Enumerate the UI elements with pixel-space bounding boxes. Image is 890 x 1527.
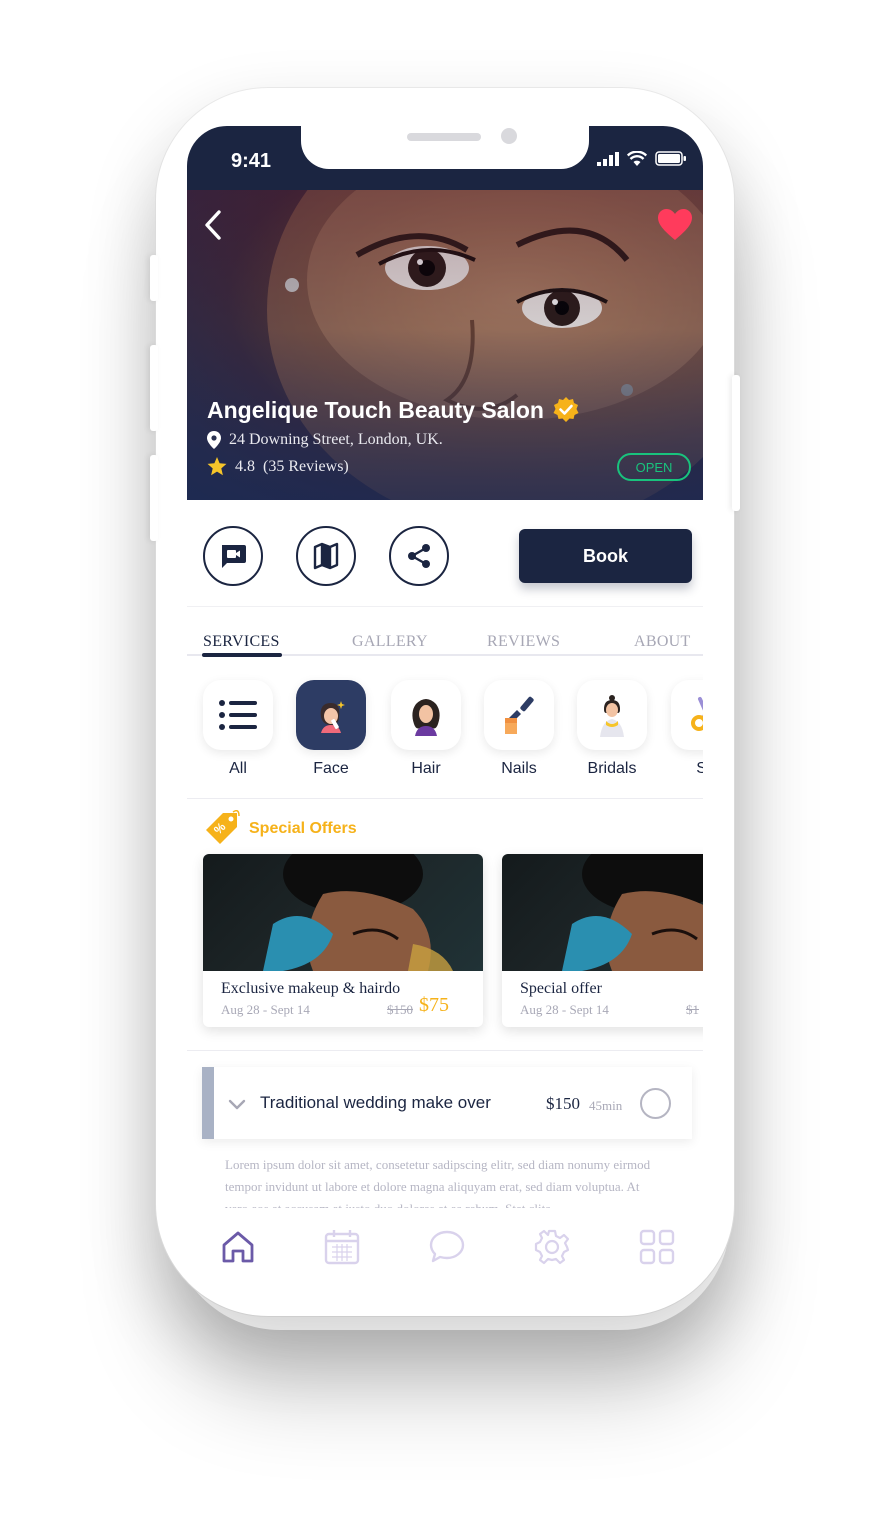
speaker [407,133,481,141]
offer-card-1[interactable]: Exclusive makeup & hairdo Aug 28 - Sept … [203,854,483,1027]
offer-1-title: Exclusive makeup & hairdo [221,980,401,997]
video-chat-button[interactable] [203,526,263,586]
category-nails-label: Nails [501,760,537,777]
service-name: Traditional wedding make over [260,1093,491,1112]
tab-reviews[interactable]: REVIEWS [487,633,560,651]
hair-icon [412,699,440,736]
tab-about[interactable]: ABOUT [634,633,691,651]
offer-1-dates: Aug 28 - Sept 14 [221,1002,310,1017]
salon-name: Angelique Touch Beauty Salon [207,396,544,423]
category-bridals-tile[interactable] [577,680,647,750]
offer-1-new-price: $75 [419,994,449,1016]
category-salon-label: Sa [696,760,703,777]
offer-2-photo [562,854,703,971]
category-nails[interactable]: Nails [484,680,554,778]
category-nails-tile[interactable] [484,680,554,750]
special-offers-header: % Special Offers [203,810,357,848]
category-all-label: All [229,760,247,777]
service-item[interactable]: Traditional wedding make over $150 45min [202,1067,692,1139]
category-salon[interactable]: Sa [671,680,703,778]
bottom-navigation [187,1208,703,1278]
back-button[interactable] [201,208,225,242]
tab-bar: SERVICES GALLERY REVIEWS ABOUT [187,606,703,658]
offer-1-image [203,854,483,971]
home-icon[interactable] [219,1228,257,1266]
list-icon [219,700,257,730]
share-button[interactable] [389,526,449,586]
wifi-icon [627,151,647,166]
face-makeup-icon [320,701,345,733]
offers-divider [187,1050,703,1051]
favorite-heart-icon[interactable] [657,208,693,242]
category-face-label: Face [313,760,349,777]
category-hair-tile[interactable] [391,680,461,750]
salon-title: Angelique Touch Beauty Salon [207,396,580,424]
category-all[interactable]: All [203,680,273,778]
offer-card-2[interactable]: Special offer Aug 28 - Sept 14 $1 [502,854,703,1027]
volume-down-button [150,455,158,541]
scissors-icon [691,697,703,731]
category-hair-label: Hair [411,760,441,777]
service-duration: 45min [589,1098,623,1113]
salon-reviews: (35 Reviews) [263,457,349,475]
tab-services[interactable]: SERVICES [203,633,280,651]
offer-2-title: Special offer [520,980,602,997]
salon-address: 24 Downing Street, London, UK. [229,431,443,448]
status-bar: 9:41 [187,126,703,190]
service-price: $150 [546,1094,580,1113]
open-status-badge: OPEN [617,453,691,481]
status-time: 9:41 [231,150,272,172]
category-salon-tile[interactable] [671,680,703,750]
discount-tag-icon: % [206,810,240,844]
special-offers-title: Special Offers [249,820,357,837]
offer-1-photo [263,854,453,971]
status-icons [597,151,687,166]
grid-icon[interactable] [638,1228,676,1266]
salon-rating: 4.8 [235,457,255,475]
category-all-tile[interactable] [203,680,273,750]
offer-1-old-price: $150 [387,1002,413,1017]
offer-2-image [502,854,703,971]
tab-gallery[interactable]: GALLERY [352,633,428,651]
signal-icon [597,152,619,166]
map-icon [313,542,339,570]
location-pin-icon [207,431,221,449]
settings-icon[interactable] [533,1228,571,1266]
salon-hero-image: Angelique Touch Beauty Salon 24 Downing … [187,190,703,500]
service-description: Lorem ipsum dolor sit amet, consetetur s… [225,1157,651,1210]
category-face[interactable]: Face [296,680,366,778]
share-icon [408,544,430,568]
offer-2-old-price: $1 [686,1002,699,1017]
category-bridals-label: Bridals [587,760,637,777]
book-button[interactable]: Book [519,529,692,583]
battery-icon [655,151,686,166]
nail-polish-icon [505,696,534,734]
video-message-icon [222,545,246,568]
category-face-tile[interactable] [296,680,366,750]
category-bridals[interactable]: Bridals [577,680,647,778]
service-select-radio[interactable] [640,1088,671,1119]
bride-icon [600,695,624,737]
map-button[interactable] [296,526,356,586]
calendar-icon[interactable] [323,1228,361,1266]
active-tab-indicator [202,653,282,657]
volume-up-button [150,345,158,431]
category-hair[interactable]: Hair [391,680,461,778]
chat-icon[interactable] [428,1228,466,1266]
app-screen: 9:41 Angelique Touch Beauty Salon 24 Dow… [187,126,703,1278]
front-camera [501,128,517,144]
star-icon [207,457,227,476]
section-divider [187,798,703,799]
service-accent-bar [202,1067,214,1139]
verified-badge-icon [553,397,579,422]
notch [301,126,589,169]
power-button [732,375,740,511]
salon-address-row: 24 Downing Street, London, UK. [207,431,443,449]
salon-rating-row: 4.8 (35 Reviews) [207,457,349,476]
offer-2-dates: Aug 28 - Sept 14 [520,1002,609,1017]
chevron-down-icon[interactable] [228,1099,246,1111]
mute-switch [150,255,158,301]
